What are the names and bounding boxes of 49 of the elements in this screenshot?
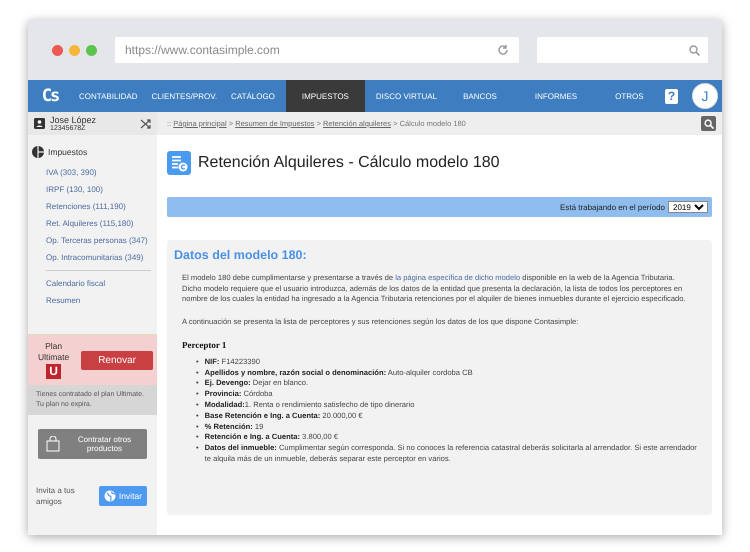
plan-label: Plan xyxy=(45,341,62,352)
nav-tab[interactable]: DISCO VIRTUAL xyxy=(368,80,444,112)
pie-chart-icon xyxy=(32,146,44,158)
logo[interactable]: Cs xyxy=(28,80,72,112)
nav-tab[interactable]: OTROS xyxy=(596,80,663,112)
sidebar-item[interactable]: Calendario fiscal xyxy=(28,275,157,292)
plan-badge: U xyxy=(46,364,62,379)
period-label: Está trabajando en el período xyxy=(560,202,665,212)
sidebar-item[interactable]: Ret. Alquileres (115,180) xyxy=(28,215,157,232)
invite-button[interactable]: Invitar xyxy=(98,486,147,506)
sidebar-item[interactable]: Retenciones (111,190) xyxy=(28,198,157,215)
card-title: Datos del modelo 180: xyxy=(174,250,308,261)
search-icon xyxy=(689,44,700,56)
sidebar-item[interactable]: Resumen xyxy=(28,292,157,309)
maximize-dot[interactable] xyxy=(86,44,97,56)
shuffle-icon[interactable] xyxy=(140,118,151,129)
sidebar-item[interactable]: Op. Intracomunitarias (349) xyxy=(28,249,157,266)
sidebar-item[interactable]: IVA (303, 390) xyxy=(28,164,157,181)
shopping-bag-icon xyxy=(46,436,60,452)
sidebar-item[interactable]: IRPF (130, 100) xyxy=(28,181,157,198)
search-field[interactable] xyxy=(537,37,708,63)
search-icon xyxy=(704,118,714,128)
user-avatar[interactable]: J xyxy=(692,83,718,109)
nav-tab[interactable]: IMPUESTOS xyxy=(286,80,365,112)
nav-tab[interactable]: CATÁLOGO xyxy=(224,80,282,112)
page-title: Retención Alquileres - Cálculo modelo 180 xyxy=(198,154,500,172)
nav-tab[interactable]: BANCOS xyxy=(444,80,516,112)
nav-tab[interactable]: CONTABILIDAD xyxy=(72,80,145,112)
nav-tab[interactable]: INFORMES xyxy=(516,80,596,112)
search-button[interactable] xyxy=(701,116,716,131)
section-title: Impuestos xyxy=(48,147,88,157)
perceptor-title: Perceptor 1 xyxy=(182,340,228,351)
invite-text: Invita a tus amigos xyxy=(36,485,76,507)
reload-icon[interactable] xyxy=(497,44,509,56)
help-button[interactable]: ? xyxy=(665,88,678,104)
period-select[interactable]: 2019 xyxy=(668,201,708,213)
minimize-dot[interactable] xyxy=(69,44,80,56)
renew-button[interactable]: Renovar xyxy=(81,350,153,370)
plan-name: Ultimate xyxy=(38,352,70,363)
sidebar-item[interactable]: Op. Terceras personas (347) xyxy=(28,232,157,249)
user-name: Jose López xyxy=(50,115,98,125)
nav-tab[interactable]: CLIENTES/PROV. xyxy=(144,80,224,112)
document-icon xyxy=(167,151,191,175)
globe-icon xyxy=(104,490,116,502)
address-bar[interactable]: https://www.contasimple.com xyxy=(115,37,519,63)
url-text[interactable]: https://www.contasimple.com xyxy=(125,43,425,57)
contract-products-button[interactable]: Contratar otros productos xyxy=(38,429,147,459)
close-dot[interactable] xyxy=(52,44,63,56)
contact-card-icon xyxy=(34,118,45,129)
